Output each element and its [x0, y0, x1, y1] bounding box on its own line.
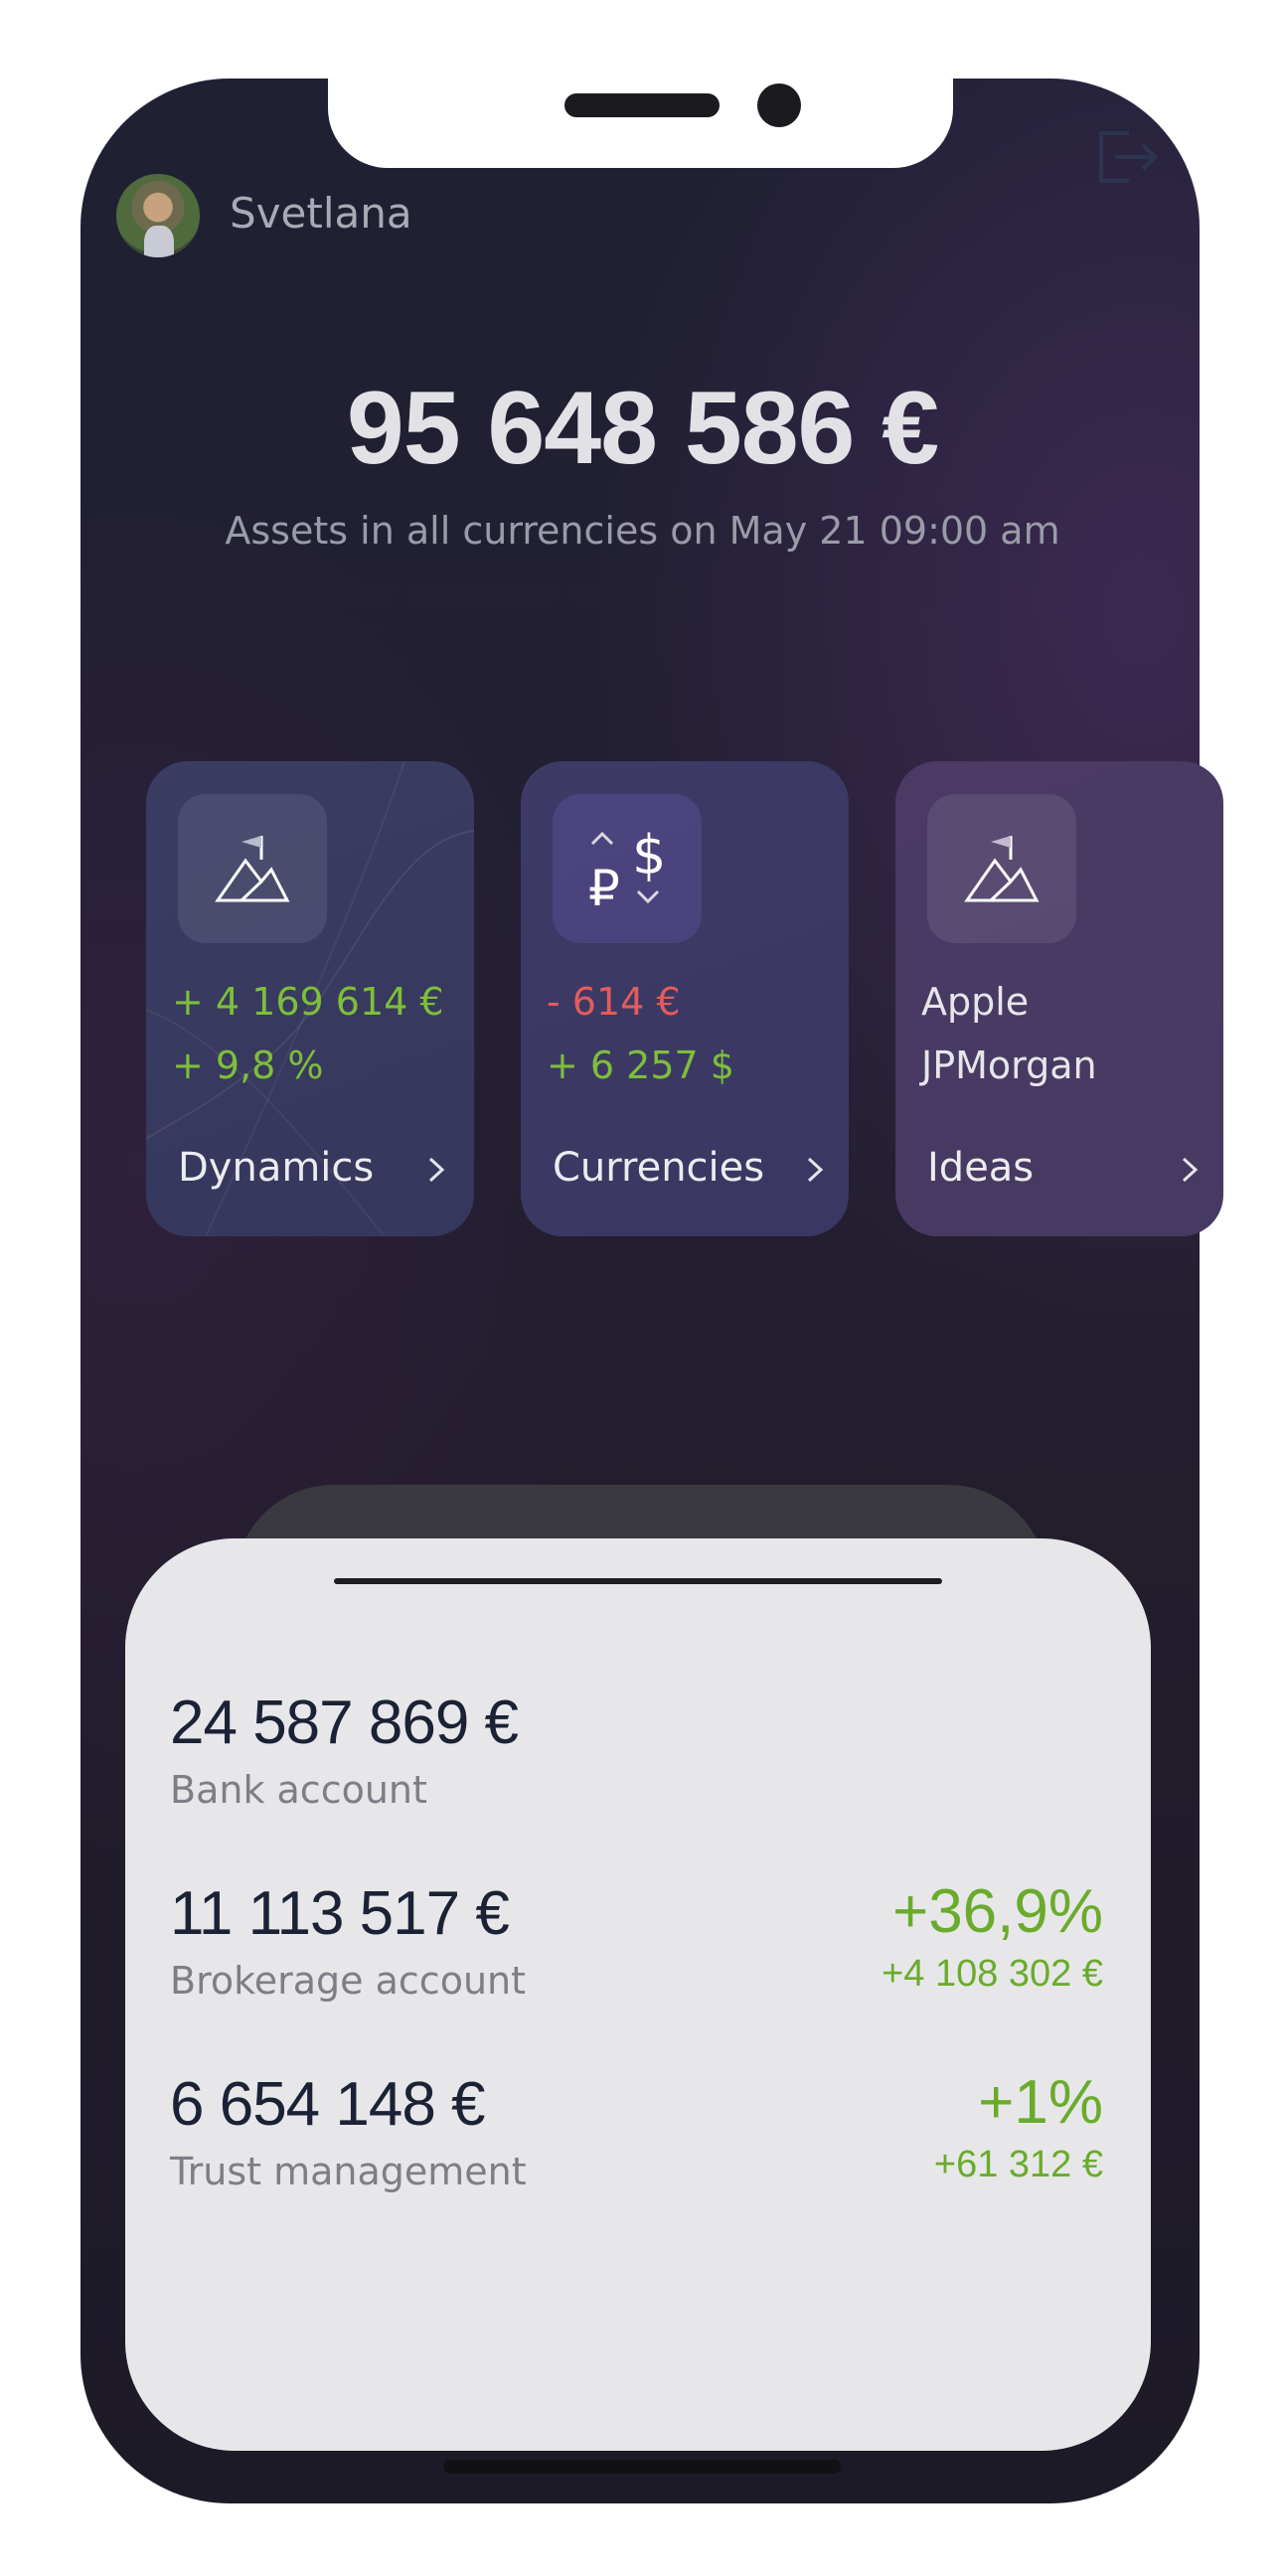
user-name[interactable]: Svetlana	[230, 189, 412, 238]
total-assets-caption: Assets in all currencies on May 21 09:00…	[225, 509, 1060, 553]
account-name: Trust management	[170, 2150, 527, 2193]
mountain-flag-icon	[927, 794, 1076, 943]
accounts-sheet[interactable]: 24 587 869 € Bank account 11 113 517 € B…	[125, 1538, 1151, 2451]
notch	[328, 79, 953, 168]
account-amount: 11 113 517 €	[170, 1879, 510, 1948]
currencies-eur-change: - 614 €	[547, 980, 681, 1024]
svg-text:$: $	[632, 824, 666, 886]
account-name: Bank account	[170, 1768, 427, 1812]
ideas-label: Ideas	[927, 1145, 1035, 1191]
account-row-bank[interactable]: 24 587 869 € Bank account	[170, 1688, 519, 1812]
mountain-flag-icon	[178, 794, 327, 943]
avatar[interactable]	[116, 174, 200, 257]
logout-icon[interactable]	[1093, 127, 1161, 187]
dynamics-card[interactable]: + 4 169 614 € + 9,8 % Dynamics	[146, 761, 474, 1236]
front-camera	[757, 83, 801, 127]
account-change-percent: +36,9%	[891, 1877, 1103, 1946]
account-amount: 24 587 869 €	[170, 1689, 519, 1757]
chevron-right-icon	[807, 1157, 824, 1183]
ideas-item-1: Apple	[921, 980, 1030, 1024]
chevron-right-icon	[428, 1157, 445, 1183]
chevron-right-icon	[1182, 1157, 1199, 1183]
account-row-brokerage[interactable]: 11 113 517 € Brokerage account	[170, 1878, 526, 2003]
account-change-amount: +4 108 302 €	[882, 1953, 1103, 1995]
ideas-item-2: JPMorgan	[921, 1044, 1097, 1087]
account-amount: 6 654 148 €	[170, 2070, 486, 2139]
dynamics-amount: + 4 169 614 €	[172, 980, 444, 1024]
currencies-card[interactable]: ₽ $ - 614 € + 6 257 $ Currencies	[521, 761, 849, 1236]
dynamics-label: Dynamics	[178, 1145, 375, 1191]
sheet-grabber[interactable]	[334, 1578, 942, 1584]
currencies-usd-change: + 6 257 $	[547, 1044, 734, 1087]
speaker	[564, 93, 720, 117]
total-assets: 95 648 586 €	[346, 371, 939, 486]
currency-exchange-icon: ₽ $	[553, 794, 702, 943]
brokerage-change: +36,9% +4 108 302 €	[882, 1876, 1103, 1996]
account-name: Brokerage account	[170, 1959, 527, 2003]
trust-change: +1% +61 312 €	[934, 2067, 1103, 2186]
account-change-amount: +61 312 €	[933, 2144, 1103, 2185]
account-change-percent: +1%	[978, 2068, 1103, 2137]
dynamics-percent: + 9,8 %	[172, 1044, 324, 1087]
ideas-card[interactable]: Apple JPMorgan Ideas	[895, 761, 1223, 1236]
svg-text:₽: ₽	[588, 860, 620, 917]
currencies-label: Currencies	[553, 1145, 765, 1191]
account-row-trust[interactable]: 6 654 148 € Trust management	[170, 2069, 527, 2193]
home-indicator[interactable]	[443, 2460, 841, 2474]
